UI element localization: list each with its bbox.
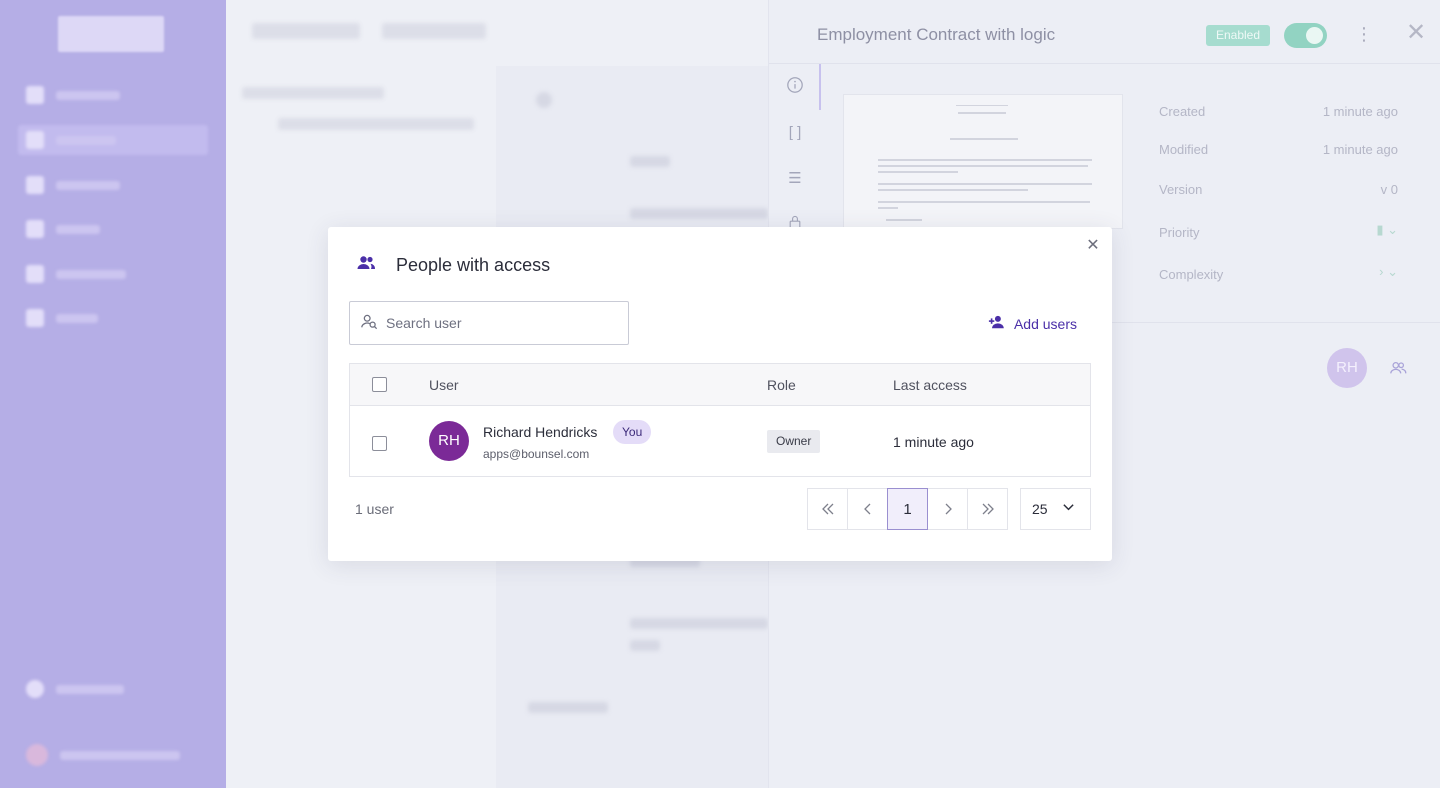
meta-label-version: Version — [1159, 182, 1203, 197]
per-page-select[interactable]: 25 — [1020, 488, 1091, 530]
breadcrumb-folder — [382, 23, 486, 39]
priority-select[interactable]: ▮ ⌄ — [1376, 222, 1398, 238]
meta-label-complexity: Complexity — [1159, 267, 1224, 282]
select-all-checkbox[interactable] — [372, 377, 387, 392]
drawer-title: Employment Contract with logic — [817, 25, 1056, 44]
add-users-button[interactable]: Add users — [988, 313, 1077, 334]
folder-tree-child — [278, 118, 474, 130]
chevrons-right-icon — [982, 503, 994, 515]
close-icon[interactable]: ✕ — [1084, 237, 1102, 255]
search-field[interactable] — [349, 301, 629, 345]
people-icon[interactable] — [1389, 359, 1407, 377]
sidebar-item-1[interactable] — [26, 84, 206, 106]
previous-page-button[interactable] — [847, 488, 888, 530]
people-icon — [356, 253, 376, 278]
sidebar-item-4[interactable] — [26, 218, 206, 240]
you-badge: You — [613, 420, 652, 444]
active-tab-indicator — [819, 64, 821, 110]
page-button-current[interactable]: 1 — [887, 488, 928, 530]
meta-value-created: 1 minute ago — [1322, 104, 1398, 119]
row-checkbox[interactable] — [372, 436, 387, 451]
sidebar-item-6[interactable] — [26, 307, 206, 329]
brackets-icon[interactable]: [ ] — [785, 123, 805, 143]
add-users-label: Add users — [1013, 315, 1077, 332]
per-page-value: 25 — [1032, 501, 1048, 517]
meta-value-modified: 1 minute ago — [1322, 142, 1398, 157]
sidebar-help[interactable] — [26, 680, 124, 698]
meta-value-version: v 0 — [1380, 182, 1398, 197]
last-page-button[interactable] — [967, 488, 1008, 530]
people-access-modal: ✕ People with access Add users User Role… — [328, 227, 1112, 561]
user-email: apps@bounsel.com — [483, 447, 590, 461]
breadcrumb — [252, 23, 360, 39]
table-row[interactable]: RH Richard Hendricks You apps@bounsel.co… — [350, 406, 1090, 476]
column-header-role[interactable]: Role — [767, 377, 796, 393]
role-badge[interactable]: Owner — [767, 430, 821, 453]
complexity-select[interactable]: › ⌄ — [1379, 264, 1398, 280]
search-user-input[interactable] — [386, 315, 616, 331]
folder-tree-root — [242, 87, 384, 99]
sidebar-item-2[interactable] — [18, 125, 208, 155]
close-icon[interactable]: ✕ — [1406, 20, 1426, 46]
chevrons-left-icon — [821, 503, 833, 515]
divider — [769, 63, 1440, 64]
sidebar — [0, 0, 226, 788]
pagination: 1 — [807, 488, 1008, 530]
chevron-left-icon — [863, 503, 870, 515]
modal-title: People with access — [396, 255, 551, 275]
modal-header: People with access — [356, 253, 550, 278]
sidebar-profile[interactable] — [26, 744, 180, 766]
meta-label-created: Created — [1159, 104, 1206, 119]
document-preview[interactable] — [843, 94, 1123, 229]
enabled-toggle[interactable] — [1284, 23, 1327, 48]
last-access-value: 1 minute ago — [893, 434, 974, 450]
column-header-user[interactable]: User — [429, 377, 459, 393]
brand-logo — [58, 16, 164, 52]
search-user-icon — [360, 312, 378, 335]
user-name: Richard Hendricks — [483, 424, 598, 440]
column-header-last-access[interactable]: Last access — [893, 377, 967, 393]
info-icon[interactable] — [785, 76, 805, 96]
sidebar-item-3[interactable] — [26, 174, 206, 196]
users-table: User Role Last access RH Richard Hendric… — [349, 363, 1091, 477]
list-icon[interactable]: ☰ — [785, 169, 805, 189]
add-user-icon — [988, 313, 1006, 334]
first-page-button[interactable] — [807, 488, 848, 530]
table-header: User Role Last access — [350, 364, 1090, 406]
avatar: RH — [429, 421, 469, 461]
chevron-down-icon — [1062, 501, 1075, 517]
next-page-button[interactable] — [927, 488, 968, 530]
sidebar-item-5[interactable] — [26, 263, 206, 285]
status-badge: Enabled — [1206, 25, 1270, 46]
more-vertical-icon[interactable]: ⋮ — [1355, 22, 1373, 46]
meta-label-priority: Priority — [1159, 225, 1200, 240]
user-count: 1 user — [355, 501, 394, 517]
meta-label-modified: Modified — [1159, 142, 1209, 157]
owner-avatar: RH — [1327, 348, 1367, 388]
chevron-right-icon — [945, 503, 952, 515]
